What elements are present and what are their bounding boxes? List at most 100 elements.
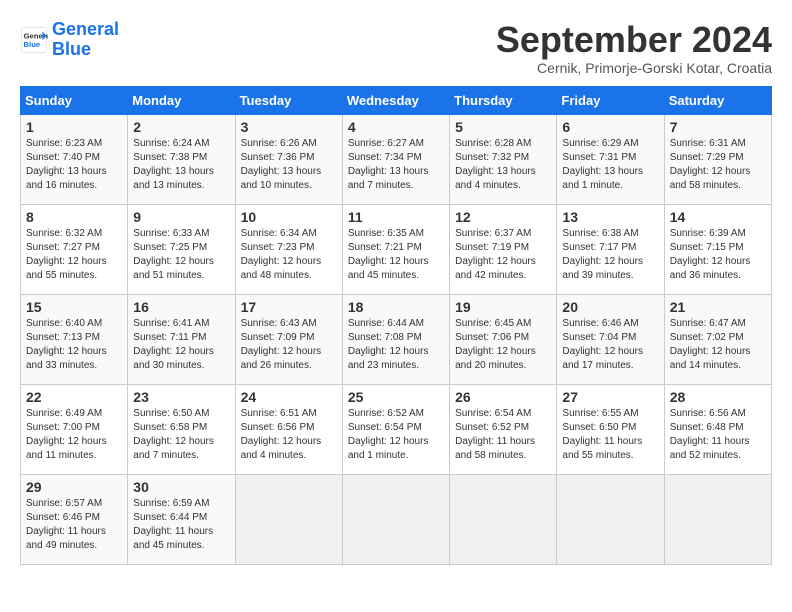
day-info: Sunrise: 6:26 AM Sunset: 7:36 PM Dayligh… — [241, 137, 337, 193]
day-info: Sunrise: 6:45 AM Sunset: 7:06 PM Dayligh… — [455, 317, 551, 373]
col-monday: Monday — [128, 86, 235, 114]
day-info: Sunrise: 6:51 AM Sunset: 6:56 PM Dayligh… — [241, 407, 337, 463]
table-row: 24 Sunrise: 6:51 AM Sunset: 6:56 PM Dayl… — [235, 384, 342, 474]
col-wednesday: Wednesday — [342, 86, 449, 114]
table-row: 5 Sunrise: 6:28 AM Sunset: 7:32 PM Dayli… — [450, 114, 557, 204]
table-row: 28 Sunrise: 6:56 AM Sunset: 6:48 PM Dayl… — [664, 384, 771, 474]
location: Cernik, Primorje-Gorski Kotar, Croatia — [496, 60, 772, 76]
table-row: 14 Sunrise: 6:39 AM Sunset: 7:15 PM Dayl… — [664, 204, 771, 294]
day-info: Sunrise: 6:52 AM Sunset: 6:54 PM Dayligh… — [348, 407, 444, 463]
day-number: 1 — [26, 119, 122, 135]
logo-icon: General Blue — [20, 26, 48, 54]
day-number: 22 — [26, 389, 122, 405]
calendar-header: Sunday Monday Tuesday Wednesday Thursday… — [21, 86, 772, 114]
day-number: 10 — [241, 209, 337, 225]
day-number: 15 — [26, 299, 122, 315]
logo: General Blue GeneralBlue — [20, 20, 119, 60]
day-number: 12 — [455, 209, 551, 225]
page-header: General Blue GeneralBlue September 2024 … — [20, 20, 772, 76]
day-info: Sunrise: 6:56 AM Sunset: 6:48 PM Dayligh… — [670, 407, 766, 463]
table-row: 4 Sunrise: 6:27 AM Sunset: 7:34 PM Dayli… — [342, 114, 449, 204]
day-number: 25 — [348, 389, 444, 405]
title-area: September 2024 Cernik, Primorje-Gorski K… — [496, 20, 772, 76]
day-info: Sunrise: 6:38 AM Sunset: 7:17 PM Dayligh… — [562, 227, 658, 283]
table-row: 26 Sunrise: 6:54 AM Sunset: 6:52 PM Dayl… — [450, 384, 557, 474]
day-info: Sunrise: 6:29 AM Sunset: 7:31 PM Dayligh… — [562, 137, 658, 193]
day-number: 21 — [670, 299, 766, 315]
table-row: 11 Sunrise: 6:35 AM Sunset: 7:21 PM Dayl… — [342, 204, 449, 294]
table-row: 19 Sunrise: 6:45 AM Sunset: 7:06 PM Dayl… — [450, 294, 557, 384]
day-info: Sunrise: 6:47 AM Sunset: 7:02 PM Dayligh… — [670, 317, 766, 373]
table-row: 3 Sunrise: 6:26 AM Sunset: 7:36 PM Dayli… — [235, 114, 342, 204]
day-info: Sunrise: 6:43 AM Sunset: 7:09 PM Dayligh… — [241, 317, 337, 373]
day-info: Sunrise: 6:46 AM Sunset: 7:04 PM Dayligh… — [562, 317, 658, 373]
col-saturday: Saturday — [664, 86, 771, 114]
table-row: 17 Sunrise: 6:43 AM Sunset: 7:09 PM Dayl… — [235, 294, 342, 384]
day-number: 8 — [26, 209, 122, 225]
table-row: 23 Sunrise: 6:50 AM Sunset: 6:58 PM Dayl… — [128, 384, 235, 474]
day-info: Sunrise: 6:24 AM Sunset: 7:38 PM Dayligh… — [133, 137, 229, 193]
day-number: 2 — [133, 119, 229, 135]
day-number: 18 — [348, 299, 444, 315]
day-info: Sunrise: 6:59 AM Sunset: 6:44 PM Dayligh… — [133, 497, 229, 553]
day-info: Sunrise: 6:28 AM Sunset: 7:32 PM Dayligh… — [455, 137, 551, 193]
day-info: Sunrise: 6:55 AM Sunset: 6:50 PM Dayligh… — [562, 407, 658, 463]
table-row: 9 Sunrise: 6:33 AM Sunset: 7:25 PM Dayli… — [128, 204, 235, 294]
day-number: 17 — [241, 299, 337, 315]
day-number: 5 — [455, 119, 551, 135]
day-number: 14 — [670, 209, 766, 225]
day-number: 28 — [670, 389, 766, 405]
day-info: Sunrise: 6:35 AM Sunset: 7:21 PM Dayligh… — [348, 227, 444, 283]
day-number: 9 — [133, 209, 229, 225]
day-info: Sunrise: 6:40 AM Sunset: 7:13 PM Dayligh… — [26, 317, 122, 373]
day-number: 6 — [562, 119, 658, 135]
table-row: 21 Sunrise: 6:47 AM Sunset: 7:02 PM Dayl… — [664, 294, 771, 384]
col-friday: Friday — [557, 86, 664, 114]
day-info: Sunrise: 6:57 AM Sunset: 6:46 PM Dayligh… — [26, 497, 122, 553]
table-row — [664, 474, 771, 564]
calendar-table: Sunday Monday Tuesday Wednesday Thursday… — [20, 86, 772, 565]
table-row: 8 Sunrise: 6:32 AM Sunset: 7:27 PM Dayli… — [21, 204, 128, 294]
table-row: 20 Sunrise: 6:46 AM Sunset: 7:04 PM Dayl… — [557, 294, 664, 384]
day-number: 19 — [455, 299, 551, 315]
table-row — [557, 474, 664, 564]
day-number: 26 — [455, 389, 551, 405]
table-row: 12 Sunrise: 6:37 AM Sunset: 7:19 PM Dayl… — [450, 204, 557, 294]
day-number: 20 — [562, 299, 658, 315]
table-row: 29 Sunrise: 6:57 AM Sunset: 6:46 PM Dayl… — [21, 474, 128, 564]
table-row — [235, 474, 342, 564]
day-number: 29 — [26, 479, 122, 495]
day-number: 23 — [133, 389, 229, 405]
day-info: Sunrise: 6:54 AM Sunset: 6:52 PM Dayligh… — [455, 407, 551, 463]
day-info: Sunrise: 6:41 AM Sunset: 7:11 PM Dayligh… — [133, 317, 229, 373]
day-info: Sunrise: 6:33 AM Sunset: 7:25 PM Dayligh… — [133, 227, 229, 283]
day-number: 24 — [241, 389, 337, 405]
table-row: 30 Sunrise: 6:59 AM Sunset: 6:44 PM Dayl… — [128, 474, 235, 564]
day-number: 11 — [348, 209, 444, 225]
table-row — [450, 474, 557, 564]
day-number: 30 — [133, 479, 229, 495]
table-row: 10 Sunrise: 6:34 AM Sunset: 7:23 PM Dayl… — [235, 204, 342, 294]
col-sunday: Sunday — [21, 86, 128, 114]
table-row: 6 Sunrise: 6:29 AM Sunset: 7:31 PM Dayli… — [557, 114, 664, 204]
table-row: 16 Sunrise: 6:41 AM Sunset: 7:11 PM Dayl… — [128, 294, 235, 384]
table-row: 13 Sunrise: 6:38 AM Sunset: 7:17 PM Dayl… — [557, 204, 664, 294]
day-info: Sunrise: 6:27 AM Sunset: 7:34 PM Dayligh… — [348, 137, 444, 193]
table-row — [342, 474, 449, 564]
table-row: 7 Sunrise: 6:31 AM Sunset: 7:29 PM Dayli… — [664, 114, 771, 204]
calendar-body: 1 Sunrise: 6:23 AM Sunset: 7:40 PM Dayli… — [21, 114, 772, 564]
table-row: 2 Sunrise: 6:24 AM Sunset: 7:38 PM Dayli… — [128, 114, 235, 204]
table-row: 25 Sunrise: 6:52 AM Sunset: 6:54 PM Dayl… — [342, 384, 449, 474]
table-row: 15 Sunrise: 6:40 AM Sunset: 7:13 PM Dayl… — [21, 294, 128, 384]
logo-text: GeneralBlue — [52, 20, 119, 60]
svg-text:Blue: Blue — [24, 40, 41, 49]
day-info: Sunrise: 6:50 AM Sunset: 6:58 PM Dayligh… — [133, 407, 229, 463]
day-number: 7 — [670, 119, 766, 135]
day-info: Sunrise: 6:49 AM Sunset: 7:00 PM Dayligh… — [26, 407, 122, 463]
day-number: 4 — [348, 119, 444, 135]
day-number: 16 — [133, 299, 229, 315]
day-number: 3 — [241, 119, 337, 135]
table-row: 1 Sunrise: 6:23 AM Sunset: 7:40 PM Dayli… — [21, 114, 128, 204]
day-number: 13 — [562, 209, 658, 225]
day-info: Sunrise: 6:44 AM Sunset: 7:08 PM Dayligh… — [348, 317, 444, 373]
